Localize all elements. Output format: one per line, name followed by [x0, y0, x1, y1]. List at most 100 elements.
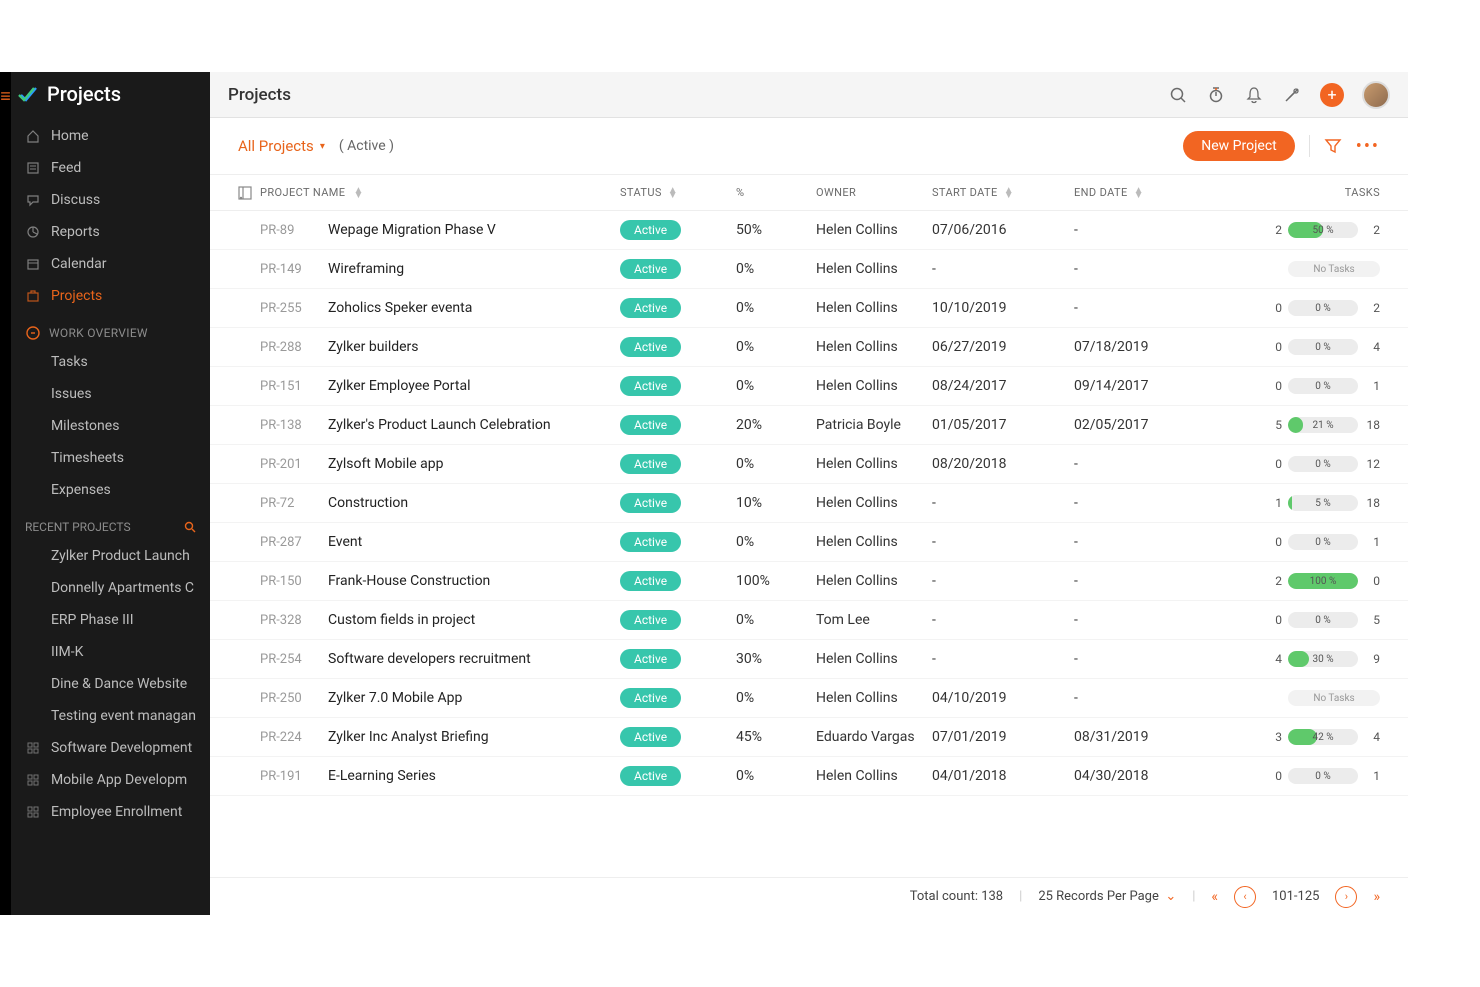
- start-date-cell: 10/10/2019: [932, 300, 1074, 316]
- table-row[interactable]: PR-149WireframingActive0%Helen Collins--…: [210, 250, 1408, 289]
- nav-projects[interactable]: Projects: [11, 280, 210, 312]
- start-date-cell: 08/20/2018: [932, 456, 1074, 472]
- nav-reports[interactable]: Reports: [11, 216, 210, 248]
- col-tasks-header[interactable]: TASKS: [1345, 186, 1380, 199]
- search-icon[interactable]: [184, 521, 196, 533]
- recent-project[interactable]: Zylker Product Launch: [11, 540, 210, 572]
- new-project-button[interactable]: New Project: [1183, 131, 1295, 161]
- tasks-left: 0: [1266, 379, 1282, 393]
- col-percent-header[interactable]: %: [736, 186, 744, 199]
- recent-project[interactable]: Testing event managan: [11, 700, 210, 732]
- subnav-issues[interactable]: Issues: [11, 378, 210, 410]
- project-name[interactable]: Zylsoft Mobile app: [328, 456, 443, 472]
- table-row[interactable]: PR-151Zylker Employee PortalActive0%Hele…: [210, 367, 1408, 406]
- sort-icon[interactable]: ▲▼: [1004, 188, 1014, 198]
- percent-cell: 100%: [736, 573, 816, 589]
- nav-discuss[interactable]: Discuss: [11, 184, 210, 216]
- nav-calendar[interactable]: Calendar: [11, 248, 210, 280]
- table-row[interactable]: PR-224Zylker Inc Analyst BriefingActive4…: [210, 718, 1408, 757]
- tasks-right: 2: [1364, 223, 1380, 237]
- avatar[interactable]: [1362, 81, 1390, 109]
- table-row[interactable]: PR-138Zylker's Product Launch Celebratio…: [210, 406, 1408, 445]
- table-row[interactable]: PR-287EventActive0%Helen Collins--00 %1: [210, 523, 1408, 562]
- add-button[interactable]: +: [1320, 83, 1344, 107]
- tasks-right: 1: [1364, 379, 1380, 393]
- project-name[interactable]: Wireframing: [328, 261, 404, 277]
- owner-cell: Eduardo Vargas: [816, 729, 932, 745]
- recent-project[interactable]: Mobile App Developm: [11, 764, 210, 796]
- per-page-dropdown[interactable]: 25 Records Per Page ⌄: [1038, 889, 1176, 904]
- more-icon[interactable]: •••: [1356, 136, 1380, 157]
- project-code: PR-149: [260, 262, 320, 277]
- project-name[interactable]: Zylker 7.0 Mobile App: [328, 690, 462, 706]
- project-name[interactable]: Event: [328, 534, 362, 550]
- project-name[interactable]: Construction: [328, 495, 408, 511]
- menu-icon[interactable]: ≡: [0, 86, 11, 107]
- table-row[interactable]: PR-201Zylsoft Mobile appActive0%Helen Co…: [210, 445, 1408, 484]
- recent-project[interactable]: Employee Enrollment: [11, 796, 210, 828]
- col-end-header[interactable]: END DATE: [1074, 186, 1128, 199]
- table-row[interactable]: PR-255Zoholics Speker eventaActive0%Hele…: [210, 289, 1408, 328]
- project-name[interactable]: Software developers recruitment: [328, 651, 531, 667]
- table-row[interactable]: PR-89Wepage Migration Phase VActive50%He…: [210, 211, 1408, 250]
- table-row[interactable]: PR-250Zylker 7.0 Mobile AppActive0%Helen…: [210, 679, 1408, 718]
- table-row[interactable]: PR-288Zylker buildersActive0%Helen Colli…: [210, 328, 1408, 367]
- table-row[interactable]: PR-150Frank-House ConstructionActive100%…: [210, 562, 1408, 601]
- col-owner-header[interactable]: OWNER: [816, 186, 856, 199]
- last-page-icon[interactable]: »: [1373, 889, 1380, 905]
- sort-icon[interactable]: ▲▼: [353, 188, 363, 198]
- table-row[interactable]: PR-191E-Learning SeriesActive0%Helen Col…: [210, 757, 1408, 796]
- subnav-milestones[interactable]: Milestones: [11, 410, 210, 442]
- project-name[interactable]: Frank-House Construction: [328, 573, 490, 589]
- recent-project[interactable]: IIM-K: [11, 636, 210, 668]
- tasks-left: 2: [1266, 223, 1282, 237]
- recent-project[interactable]: ERP Phase III: [11, 604, 210, 636]
- work-overview-header[interactable]: WORK OVERVIEW: [11, 312, 210, 346]
- project-name[interactable]: Zylker Inc Analyst Briefing: [328, 729, 489, 745]
- bell-icon[interactable]: [1244, 85, 1264, 105]
- search-icon[interactable]: [1168, 85, 1188, 105]
- subnav-tasks[interactable]: Tasks: [11, 346, 210, 378]
- recent-project[interactable]: Dine & Dance Website: [11, 668, 210, 700]
- project-name[interactable]: Zoholics Speker eventa: [328, 300, 472, 316]
- prev-page-button[interactable]: ‹: [1234, 886, 1256, 908]
- tools-icon[interactable]: [1282, 85, 1302, 105]
- table-row[interactable]: PR-254Software developers recruitmentAct…: [210, 640, 1408, 679]
- timer-icon[interactable]: [1206, 85, 1226, 105]
- first-page-icon[interactable]: «: [1211, 889, 1218, 905]
- project-code: PR-328: [260, 613, 320, 628]
- next-page-button[interactable]: ›: [1335, 886, 1357, 908]
- start-date-cell: 08/24/2017: [932, 378, 1074, 394]
- project-name[interactable]: Zylker Employee Portal: [328, 378, 470, 394]
- status-badge: Active: [620, 610, 681, 630]
- tasks-right: 4: [1364, 730, 1380, 744]
- reports-icon: [25, 225, 41, 239]
- pagination-bar: Total count: 138 | 25 Records Per Page ⌄…: [210, 877, 1408, 915]
- all-projects-dropdown[interactable]: All Projects ▾: [238, 137, 325, 155]
- customize-columns-icon[interactable]: [238, 186, 260, 200]
- recent-project[interactable]: Donnelly Apartments C: [11, 572, 210, 604]
- nav-feed[interactable]: Feed: [11, 152, 210, 184]
- project-name[interactable]: Zylker's Product Launch Celebration: [328, 417, 551, 433]
- end-date-cell: -: [1074, 222, 1220, 238]
- project-name[interactable]: Wepage Migration Phase V: [328, 222, 496, 238]
- nav-home[interactable]: Home: [11, 120, 210, 152]
- project-name[interactable]: Custom fields in project: [328, 612, 475, 628]
- project-name[interactable]: Zylker builders: [328, 339, 419, 355]
- start-date-cell: 04/01/2018: [932, 768, 1074, 784]
- subnav-timesheets[interactable]: Timesheets: [11, 442, 210, 474]
- table-row[interactable]: PR-72ConstructionActive10%Helen Collins-…: [210, 484, 1408, 523]
- col-name-header[interactable]: PROJECT NAME: [260, 186, 345, 199]
- subnav-expenses[interactable]: Expenses: [11, 474, 210, 506]
- col-status-header[interactable]: STATUS: [620, 186, 662, 199]
- col-start-header[interactable]: START DATE: [932, 186, 998, 199]
- sort-icon[interactable]: ▲▼: [668, 188, 678, 198]
- project-code: PR-254: [260, 652, 320, 667]
- table-row[interactable]: PR-328Custom fields in projectActive0%To…: [210, 601, 1408, 640]
- filter-icon[interactable]: [1324, 137, 1342, 155]
- sort-icon[interactable]: ▲▼: [1134, 188, 1144, 198]
- recent-project[interactable]: Software Development: [11, 732, 210, 764]
- project-name[interactable]: E-Learning Series: [328, 768, 436, 784]
- task-progress-bar: 0 %: [1288, 612, 1358, 628]
- filterbar: All Projects ▾ ( Active ) New Project ••…: [210, 118, 1408, 174]
